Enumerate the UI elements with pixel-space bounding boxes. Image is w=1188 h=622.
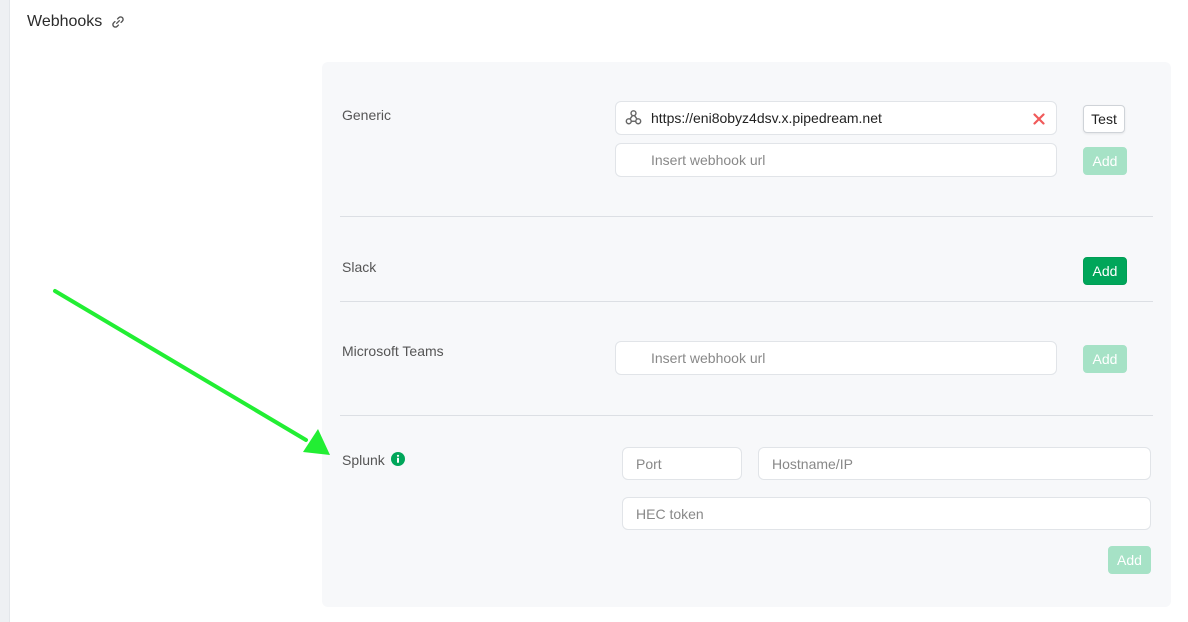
generic-webhook-url-value: https://eni8obyz4dsv.x.pipedream.net xyxy=(651,110,882,126)
splunk-hostname-input[interactable]: Hostname/IP xyxy=(758,447,1151,480)
page-header: Webhooks xyxy=(27,11,125,33)
teams-label: Microsoft Teams xyxy=(342,343,444,359)
generic-new-webhook-placeholder: Insert webhook url xyxy=(651,152,766,168)
section-divider xyxy=(340,415,1153,416)
splunk-hostname-placeholder: Hostname/IP xyxy=(772,455,853,472)
integrations-panel: Generic https://eni8obyz4dsv.x.pipedream… xyxy=(322,62,1171,607)
test-webhook-button[interactable]: Test xyxy=(1083,105,1125,133)
slack-label: Slack xyxy=(342,259,377,275)
remove-webhook-icon[interactable] xyxy=(1033,113,1045,125)
section-divider xyxy=(340,216,1153,217)
left-sidebar-edge xyxy=(0,0,10,622)
generic-add-button[interactable]: Add xyxy=(1083,147,1127,175)
webhook-icon xyxy=(625,110,642,125)
info-icon[interactable] xyxy=(391,452,405,466)
teams-add-button[interactable]: Add xyxy=(1083,345,1127,373)
splunk-hec-token-placeholder: HEC token xyxy=(636,505,704,522)
splunk-port-input[interactable]: Port xyxy=(622,447,742,480)
generic-label: Generic xyxy=(342,107,392,123)
splunk-add-button[interactable]: Add xyxy=(1108,546,1151,574)
page-title: Webhooks xyxy=(27,13,103,30)
teams-webhook-input[interactable]: Insert webhook url xyxy=(615,341,1057,375)
splunk-hec-token-input[interactable]: HEC token xyxy=(622,497,1151,530)
teams-webhook-placeholder: Insert webhook url xyxy=(651,350,766,366)
splunk-label: Splunk xyxy=(342,452,385,468)
generic-new-webhook-input[interactable]: Insert webhook url xyxy=(615,143,1057,177)
link-icon[interactable] xyxy=(111,15,125,29)
splunk-port-placeholder: Port xyxy=(636,455,662,472)
slack-add-button[interactable]: Add xyxy=(1083,257,1127,285)
section-divider xyxy=(340,301,1153,302)
generic-webhook-url-field[interactable]: https://eni8obyz4dsv.x.pipedream.net xyxy=(615,101,1057,135)
